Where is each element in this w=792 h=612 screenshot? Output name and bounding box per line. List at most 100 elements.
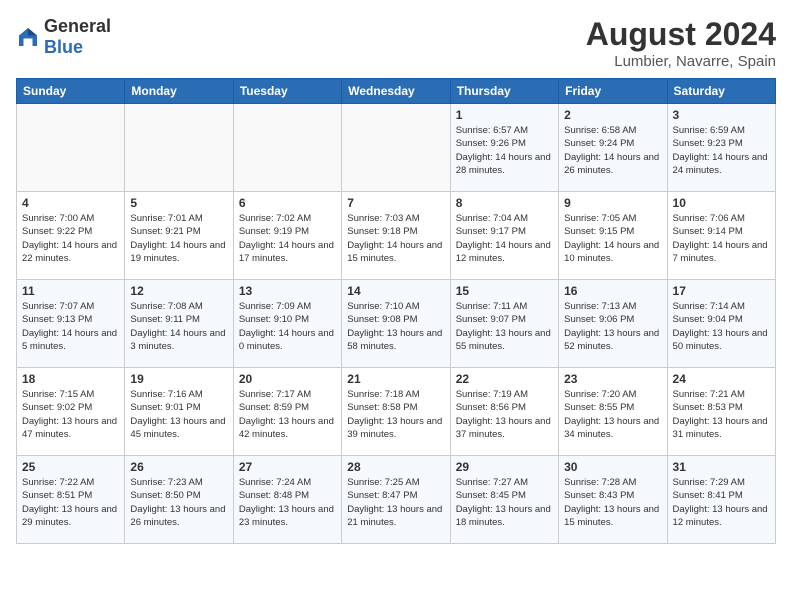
day-info: Sunrise: 7:09 AM Sunset: 9:10 PM Dayligh… [239, 300, 336, 353]
logo-text: General Blue [44, 16, 111, 58]
day-info: Sunrise: 7:10 AM Sunset: 9:08 PM Dayligh… [347, 300, 444, 353]
month-year: August 2024 [586, 16, 776, 53]
day-number: 5 [130, 196, 227, 210]
day-number: 13 [239, 284, 336, 298]
calendar-cell [17, 104, 125, 192]
calendar-cell: 18 Sunrise: 7:15 AM Sunset: 9:02 PM Dayli… [17, 368, 125, 456]
calendar-body: 1Sunrise: 6:57 AM Sunset: 9:26 PM Daylig… [17, 104, 776, 544]
weekday-header: Sunday [17, 79, 125, 104]
calendar-cell: 28 Sunrise: 7:25 AM Sunset: 8:47 PM Dayli… [342, 456, 450, 544]
day-number: 10 [673, 196, 770, 210]
day-info: Sunrise: 7:18 AM Sunset: 8:58 PM Dayligh… [347, 388, 444, 441]
day-info: Sunrise: 7:11 AM Sunset: 9:07 PM Dayligh… [456, 300, 553, 353]
logo-icon [16, 25, 40, 49]
day-number: 26 [130, 460, 227, 474]
calendar-cell: 27Sunrise: 7:24 AM Sunset: 8:48 PM Dayli… [233, 456, 341, 544]
calendar-cell: 22Sunrise: 7:19 AM Sunset: 8:56 PM Dayli… [450, 368, 558, 456]
calendar-cell: 20 Sunrise: 7:17 AM Sunset: 8:59 PM Dayli… [233, 368, 341, 456]
day-number: 12 [130, 284, 227, 298]
calendar-cell: 7 Sunrise: 7:03 AM Sunset: 9:18 PM Daylig… [342, 192, 450, 280]
calendar-cell: 3 Sunrise: 6:59 AM Sunset: 9:23 PM Daylig… [667, 104, 775, 192]
calendar-cell: 31 Sunrise: 7:29 AM Sunset: 8:41 PM Dayli… [667, 456, 775, 544]
calendar-cell: 24 Sunrise: 7:21 AM Sunset: 8:53 PM Dayli… [667, 368, 775, 456]
day-info: Sunrise: 7:22 AM Sunset: 8:51 PM Dayligh… [22, 476, 119, 529]
day-info: Sunrise: 7:05 AM Sunset: 9:15 PM Dayligh… [564, 212, 661, 265]
day-info: Sunrise: 7:04 AM Sunset: 9:17 PM Dayligh… [456, 212, 553, 265]
weekday-header: Thursday [450, 79, 558, 104]
calendar-week-row: 4Sunrise: 7:00 AM Sunset: 9:22 PM Daylig… [17, 192, 776, 280]
day-info: Sunrise: 7:13 AM Sunset: 9:06 PM Dayligh… [564, 300, 661, 353]
calendar-cell: 12 Sunrise: 7:08 AM Sunset: 9:11 PM Dayli… [125, 280, 233, 368]
day-number: 1 [456, 108, 553, 122]
weekday-row: SundayMondayTuesdayWednesdayThursdayFrid… [17, 79, 776, 104]
calendar-cell: 16 Sunrise: 7:13 AM Sunset: 9:06 PM Dayli… [559, 280, 667, 368]
calendar-cell: 13 Sunrise: 7:09 AM Sunset: 9:10 PM Dayli… [233, 280, 341, 368]
day-info: Sunrise: 6:59 AM Sunset: 9:23 PM Dayligh… [673, 124, 770, 177]
day-info: Sunrise: 7:03 AM Sunset: 9:18 PM Dayligh… [347, 212, 444, 265]
day-info: Sunrise: 7:27 AM Sunset: 8:45 PM Dayligh… [456, 476, 553, 529]
day-number: 18 [22, 372, 119, 386]
day-number: 19 [130, 372, 227, 386]
calendar-cell: 5Sunrise: 7:01 AM Sunset: 9:21 PM Daylig… [125, 192, 233, 280]
day-number: 6 [239, 196, 336, 210]
day-number: 11 [22, 284, 119, 298]
page-header: General Blue August 2024 Lumbier, Navarr… [16, 16, 776, 70]
calendar-week-row: 11Sunrise: 7:07 AM Sunset: 9:13 PM Dayli… [17, 280, 776, 368]
day-number: 9 [564, 196, 661, 210]
day-number: 16 [564, 284, 661, 298]
day-info: Sunrise: 7:19 AM Sunset: 8:56 PM Dayligh… [456, 388, 553, 441]
calendar-cell: 8Sunrise: 7:04 AM Sunset: 9:17 PM Daylig… [450, 192, 558, 280]
calendar-cell: 30Sunrise: 7:28 AM Sunset: 8:43 PM Dayli… [559, 456, 667, 544]
day-info: Sunrise: 7:20 AM Sunset: 8:55 PM Dayligh… [564, 388, 661, 441]
calendar-cell: 11Sunrise: 7:07 AM Sunset: 9:13 PM Dayli… [17, 280, 125, 368]
calendar-week-row: 1Sunrise: 6:57 AM Sunset: 9:26 PM Daylig… [17, 104, 776, 192]
day-number: 29 [456, 460, 553, 474]
calendar-cell [125, 104, 233, 192]
calendar-header: SundayMondayTuesdayWednesdayThursdayFrid… [17, 79, 776, 104]
title-block: August 2024 Lumbier, Navarre, Spain [586, 16, 776, 70]
day-number: 7 [347, 196, 444, 210]
day-info: Sunrise: 7:08 AM Sunset: 9:11 PM Dayligh… [130, 300, 227, 353]
day-info: Sunrise: 7:29 AM Sunset: 8:41 PM Dayligh… [673, 476, 770, 529]
calendar-cell: 4Sunrise: 7:00 AM Sunset: 9:22 PM Daylig… [17, 192, 125, 280]
calendar-cell: 14Sunrise: 7:10 AM Sunset: 9:08 PM Dayli… [342, 280, 450, 368]
calendar-cell: 2Sunrise: 6:58 AM Sunset: 9:24 PM Daylig… [559, 104, 667, 192]
day-info: Sunrise: 7:25 AM Sunset: 8:47 PM Dayligh… [347, 476, 444, 529]
day-number: 24 [673, 372, 770, 386]
location: Lumbier, Navarre, Spain [586, 53, 776, 70]
logo-blue: Blue [44, 37, 83, 57]
day-number: 25 [22, 460, 119, 474]
day-number: 31 [673, 460, 770, 474]
day-number: 2 [564, 108, 661, 122]
day-info: Sunrise: 7:24 AM Sunset: 8:48 PM Dayligh… [239, 476, 336, 529]
day-number: 4 [22, 196, 119, 210]
day-info: Sunrise: 7:28 AM Sunset: 8:43 PM Dayligh… [564, 476, 661, 529]
day-info: Sunrise: 7:06 AM Sunset: 9:14 PM Dayligh… [673, 212, 770, 265]
weekday-header: Saturday [667, 79, 775, 104]
weekday-header: Tuesday [233, 79, 341, 104]
day-number: 28 [347, 460, 444, 474]
day-info: Sunrise: 7:15 AM Sunset: 9:02 PM Dayligh… [22, 388, 119, 441]
calendar-cell [342, 104, 450, 192]
calendar-week-row: 25 Sunrise: 7:22 AM Sunset: 8:51 PM Dayli… [17, 456, 776, 544]
day-info: Sunrise: 7:21 AM Sunset: 8:53 PM Dayligh… [673, 388, 770, 441]
day-info: Sunrise: 7:02 AM Sunset: 9:19 PM Dayligh… [239, 212, 336, 265]
calendar-cell: 10 Sunrise: 7:06 AM Sunset: 9:14 PM Dayli… [667, 192, 775, 280]
day-info: Sunrise: 7:16 AM Sunset: 9:01 PM Dayligh… [130, 388, 227, 441]
calendar-cell: 23 Sunrise: 7:20 AM Sunset: 8:55 PM Dayli… [559, 368, 667, 456]
day-number: 21 [347, 372, 444, 386]
calendar-cell: 9 Sunrise: 7:05 AM Sunset: 9:15 PM Daylig… [559, 192, 667, 280]
calendar-week-row: 18 Sunrise: 7:15 AM Sunset: 9:02 PM Dayli… [17, 368, 776, 456]
day-info: Sunrise: 7:17 AM Sunset: 8:59 PM Dayligh… [239, 388, 336, 441]
day-info: Sunrise: 7:14 AM Sunset: 9:04 PM Dayligh… [673, 300, 770, 353]
calendar-cell: 19 Sunrise: 7:16 AM Sunset: 9:01 PM Dayli… [125, 368, 233, 456]
day-number: 3 [673, 108, 770, 122]
calendar-cell: 17Sunrise: 7:14 AM Sunset: 9:04 PM Dayli… [667, 280, 775, 368]
day-number: 15 [456, 284, 553, 298]
day-number: 23 [564, 372, 661, 386]
day-number: 20 [239, 372, 336, 386]
calendar-cell: 21 Sunrise: 7:18 AM Sunset: 8:58 PM Dayli… [342, 368, 450, 456]
calendar-table: SundayMondayTuesdayWednesdayThursdayFrid… [16, 78, 776, 544]
weekday-header: Monday [125, 79, 233, 104]
logo-general: General [44, 16, 111, 36]
